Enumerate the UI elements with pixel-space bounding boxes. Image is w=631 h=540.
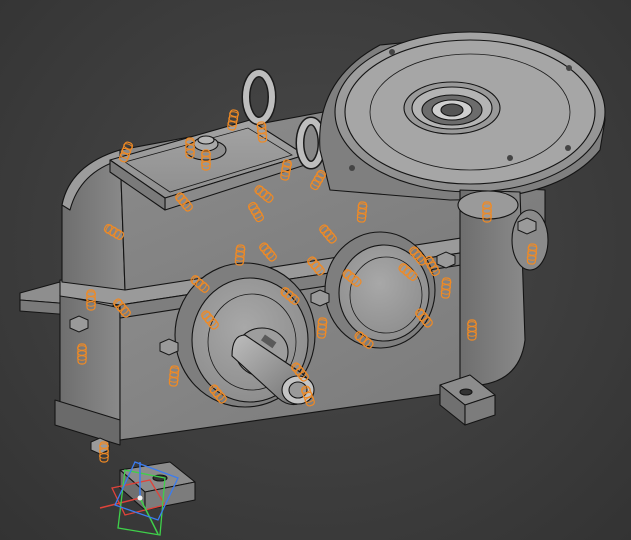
- gearbox-model[interactable]: [0, 0, 631, 540]
- motor-flange[interactable]: [319, 31, 606, 201]
- triad-origin: [137, 495, 143, 501]
- motor-support-column[interactable]: [457, 189, 549, 386]
- 3d-viewport[interactable]: [0, 0, 631, 540]
